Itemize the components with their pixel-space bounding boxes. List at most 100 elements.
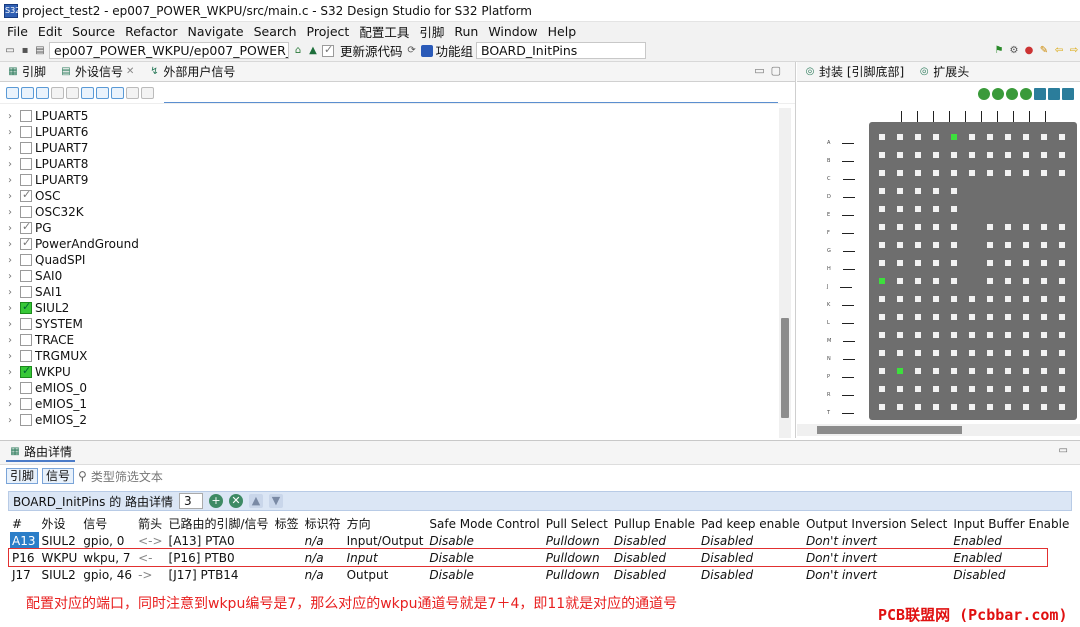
tool-icon[interactable]: ⚙ xyxy=(1008,45,1020,57)
chevron-right-icon[interactable]: › xyxy=(8,223,20,234)
link-icon[interactable] xyxy=(81,86,94,99)
menu-item[interactable]: Window xyxy=(483,24,542,39)
table-cell[interactable]: SIUL2 xyxy=(39,532,81,549)
table-cell[interactable]: A13 xyxy=(10,532,40,549)
tree-item[interactable]: › LPUART9 xyxy=(0,172,780,188)
chevron-right-icon[interactable]: › xyxy=(8,399,20,410)
forward-icon[interactable]: ⇨ xyxy=(1068,45,1080,57)
tab-routing-details[interactable]: ▦ 路由详情 xyxy=(6,443,76,462)
chevron-right-icon[interactable]: › xyxy=(8,239,20,250)
add-icon[interactable]: + xyxy=(209,494,224,508)
chevron-right-icon[interactable]: › xyxy=(8,255,20,266)
package-pin[interactable] xyxy=(1041,386,1047,392)
package-pin[interactable] xyxy=(879,242,885,248)
package-pin[interactable] xyxy=(915,170,921,176)
pin-tool-icon[interactable]: ● xyxy=(1023,45,1035,57)
package-pin[interactable] xyxy=(933,404,939,410)
menu-item[interactable]: Navigate xyxy=(183,24,249,39)
tree-item[interactable]: › OSC xyxy=(0,188,780,204)
chevron-right-icon[interactable]: › xyxy=(8,191,20,202)
table-row[interactable]: J17 SIUL2 gpio, 46 -> [J17] PTB14 n/a Output Di… xyxy=(10,566,1073,583)
brush-icon[interactable]: ✎ xyxy=(1038,45,1050,57)
package-pin[interactable] xyxy=(1041,350,1047,356)
column-header[interactable]: 标签 xyxy=(273,515,303,532)
home-icon[interactable]: ⌂ xyxy=(292,45,304,57)
link2-icon[interactable] xyxy=(96,86,109,99)
fit-icon[interactable] xyxy=(1020,88,1032,100)
package-pin[interactable] xyxy=(1041,368,1047,374)
package-pin[interactable] xyxy=(1059,242,1065,248)
table-cell[interactable]: gpio, 0 xyxy=(81,532,136,549)
package-pin[interactable] xyxy=(1005,260,1011,266)
chevron-right-icon[interactable]: › xyxy=(8,111,20,122)
update-checkbox[interactable] xyxy=(322,43,334,57)
package-pin[interactable] xyxy=(969,296,975,302)
move-down-icon[interactable]: ▼ xyxy=(269,494,284,508)
package-pin[interactable] xyxy=(879,260,885,266)
table-cell[interactable]: Disabled xyxy=(699,532,804,549)
package-pin[interactable] xyxy=(915,188,921,194)
package-pin[interactable] xyxy=(1059,314,1065,320)
package-pin[interactable] xyxy=(987,170,993,176)
package-pin[interactable] xyxy=(1041,242,1047,248)
package-pin[interactable] xyxy=(1023,296,1029,302)
package-pin[interactable] xyxy=(897,332,903,338)
package-pin[interactable] xyxy=(933,296,939,302)
package-pin[interactable] xyxy=(879,404,885,410)
package-pin[interactable] xyxy=(1041,224,1047,230)
package-pin[interactable] xyxy=(1023,242,1029,248)
chevron-right-icon[interactable]: › xyxy=(8,335,20,346)
tree-item[interactable]: › LPUART7 xyxy=(0,140,780,156)
package-pin[interactable] xyxy=(879,134,885,140)
package-pin[interactable] xyxy=(1041,260,1047,266)
package-pin[interactable] xyxy=(1005,350,1011,356)
filter-icon[interactable] xyxy=(36,86,49,99)
package-pin[interactable] xyxy=(915,278,921,284)
package-pin[interactable] xyxy=(915,350,921,356)
package-pin[interactable] xyxy=(987,224,993,230)
tree-item[interactable]: › LPUART5 xyxy=(0,108,780,124)
new-icon[interactable]: ▭ xyxy=(4,45,16,57)
remove-icon[interactable]: ✕ xyxy=(229,494,244,508)
package-pin[interactable] xyxy=(1023,134,1029,140)
tree-checkbox[interactable] xyxy=(20,236,32,250)
package-pin[interactable] xyxy=(1059,368,1065,374)
package-pin[interactable] xyxy=(1005,242,1011,248)
package-pin[interactable] xyxy=(1023,404,1029,410)
package-pin[interactable] xyxy=(1005,170,1011,176)
filter-input[interactable] xyxy=(164,102,778,103)
menu-item[interactable]: 配置工具 xyxy=(354,22,414,41)
tree-item[interactable]: › SYSTEM xyxy=(0,316,780,332)
package-pin[interactable] xyxy=(1023,368,1029,374)
vertical-scrollbar[interactable] xyxy=(779,108,791,438)
table-cell[interactable]: Output xyxy=(345,566,428,583)
column-header[interactable]: Pullup Enable xyxy=(612,515,699,532)
column-header[interactable]: 箭头 xyxy=(136,515,166,532)
view2-icon[interactable] xyxy=(1048,88,1060,100)
tree-checkbox[interactable] xyxy=(20,398,32,410)
chevron-right-icon[interactable]: › xyxy=(8,271,20,282)
package-pin[interactable] xyxy=(915,296,921,302)
package-pin[interactable] xyxy=(1059,170,1065,176)
tab-package[interactable]: ◎ 封装 [引脚底部] xyxy=(801,63,907,80)
package-pin[interactable] xyxy=(915,134,921,140)
tree-item[interactable]: › LPUART6 xyxy=(0,124,780,140)
scroll-thumb[interactable] xyxy=(781,318,789,418)
package-pin[interactable] xyxy=(1059,350,1065,356)
package-pin[interactable] xyxy=(933,368,939,374)
package-pin[interactable] xyxy=(933,332,939,338)
print-icon[interactable]: ▤ xyxy=(34,45,46,57)
wave-icon[interactable] xyxy=(51,86,64,99)
package-pin[interactable] xyxy=(879,386,885,392)
package-pin[interactable] xyxy=(879,152,885,158)
package-pin[interactable] xyxy=(879,188,885,194)
package-pin[interactable] xyxy=(969,152,975,158)
package-pin[interactable] xyxy=(1059,278,1065,284)
chevron-right-icon[interactable]: › xyxy=(8,383,20,394)
package-pin[interactable] xyxy=(933,386,939,392)
tree-checkbox[interactable] xyxy=(20,188,32,202)
minimize-maximize-icons[interactable]: ▭▢ xyxy=(754,64,787,77)
package-pin[interactable] xyxy=(933,134,939,140)
tree-checkbox[interactable] xyxy=(20,334,32,346)
package-pin[interactable] xyxy=(1059,152,1065,158)
